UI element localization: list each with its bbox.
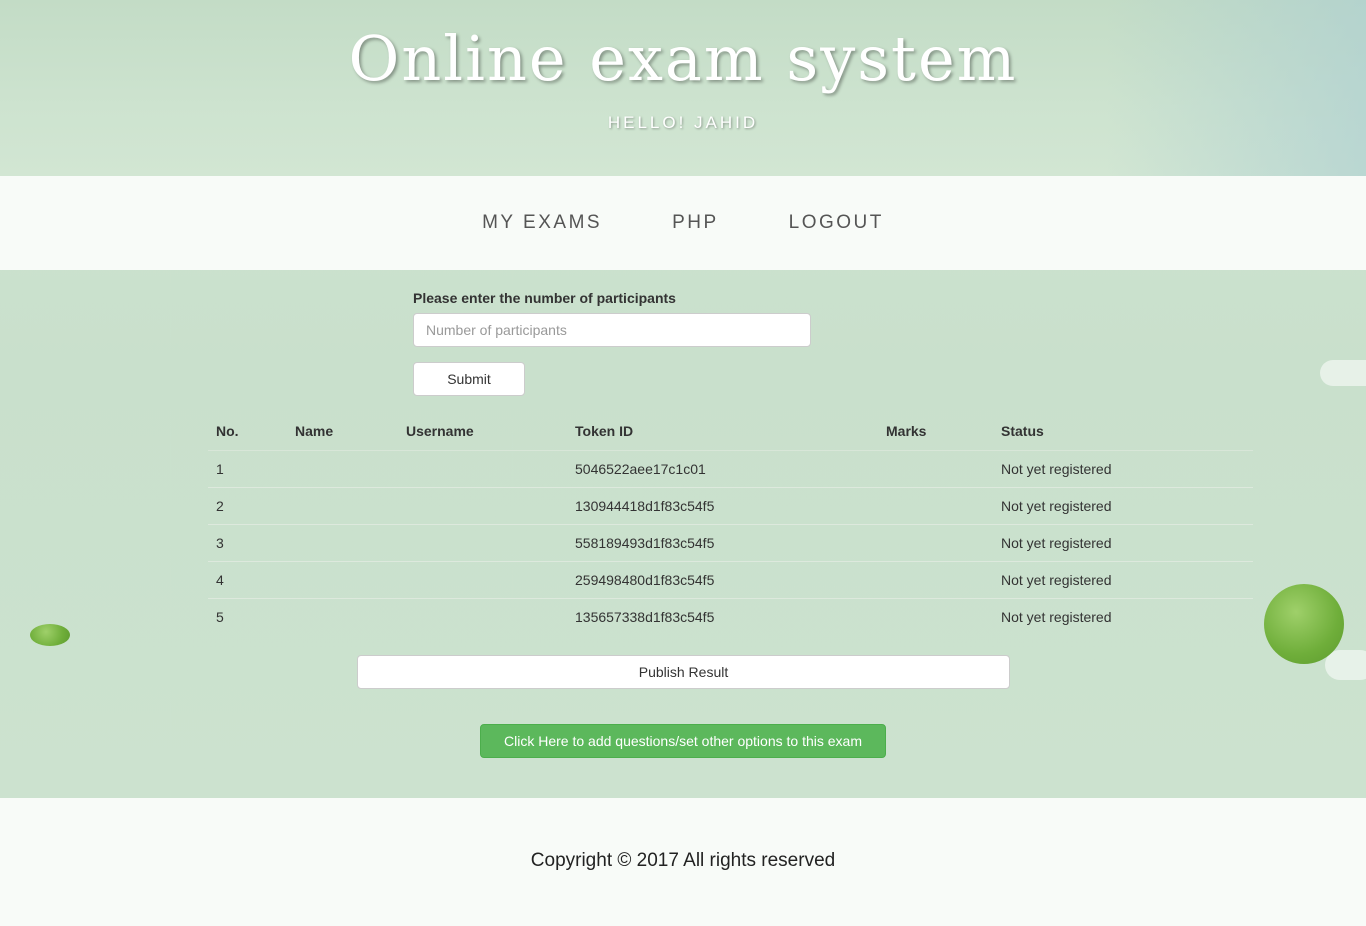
cell-no: 4: [208, 561, 287, 599]
cell-username: [398, 487, 567, 525]
greeting-text: HELLO! JAHID: [607, 113, 759, 132]
cell-status: Not yet registered: [993, 598, 1253, 635]
site-title: Online exam system: [348, 22, 1018, 95]
cell-username: [398, 524, 567, 562]
background-cloud: [1325, 650, 1366, 680]
table-header-row: No. Name Username Token ID Marks Status: [208, 412, 1253, 451]
site-footer: Copyright © 2017 All rights reserved: [0, 798, 1366, 926]
cell-name: [287, 487, 398, 525]
participants-table: No. Name Username Token ID Marks Status …: [208, 412, 1253, 635]
cell-no: 1: [208, 450, 287, 488]
cell-username: [398, 450, 567, 488]
cell-marks: [878, 598, 993, 635]
submit-button[interactable]: Submit: [413, 362, 525, 396]
cell-token-id: 5046522aee17c1c01: [567, 450, 878, 488]
table-row: 2 130944418d1f83c54f5 Not yet registered: [208, 487, 1253, 525]
cell-token-id: 135657338d1f83c54f5: [567, 598, 878, 635]
cell-no: 5: [208, 598, 287, 635]
publish-result-button[interactable]: Publish Result: [357, 655, 1010, 689]
table-row: 3 558189493d1f83c54f5 Not yet registered: [208, 524, 1253, 562]
table-row: 1 5046522aee17c1c01 Not yet registered: [208, 450, 1253, 488]
cell-status: Not yet registered: [993, 524, 1253, 562]
background-bush: [30, 624, 70, 646]
cell-name: [287, 450, 398, 488]
table-row: 5 135657338d1f83c54f5 Not yet registered: [208, 598, 1253, 635]
participants-input[interactable]: [413, 313, 811, 347]
cell-token-id: 259498480d1f83c54f5: [567, 561, 878, 599]
cell-name: [287, 524, 398, 562]
cell-marks: [878, 487, 993, 525]
column-header-marks: Marks: [878, 412, 993, 451]
cell-status: Not yet registered: [993, 487, 1253, 525]
copyright-text: Copyright © 2017 All rights reserved: [530, 850, 836, 871]
cell-marks: [878, 524, 993, 562]
cell-status: Not yet registered: [993, 561, 1253, 599]
column-header-name: Name: [287, 412, 398, 451]
cell-name: [287, 598, 398, 635]
site-header: Online exam system HELLO! JAHID: [0, 0, 1366, 176]
cell-marks: [878, 450, 993, 488]
background-cloud: [1320, 360, 1366, 386]
nav-link-php[interactable]: PHP: [672, 212, 719, 234]
column-header-token-id: Token ID: [567, 412, 878, 451]
column-header-status: Status: [993, 412, 1253, 451]
background-tree: [1264, 584, 1344, 664]
nav-link-logout[interactable]: LOGOUT: [789, 212, 884, 234]
column-header-username: Username: [398, 412, 567, 451]
cell-username: [398, 598, 567, 635]
participants-label: Please enter the number of participants: [413, 290, 676, 306]
cell-no: 2: [208, 487, 287, 525]
cell-no: 3: [208, 524, 287, 562]
cell-token-id: 130944418d1f83c54f5: [567, 487, 878, 525]
cell-name: [287, 561, 398, 599]
table-row: 4 259498480d1f83c54f5 Not yet registered: [208, 561, 1253, 599]
cell-username: [398, 561, 567, 599]
participants-form: Please enter the number of participants …: [413, 290, 813, 396]
exam-options-button[interactable]: Click Here to add questions/set other op…: [480, 724, 886, 758]
cell-token-id: 558189493d1f83c54f5: [567, 524, 878, 562]
nav-link-my-exams[interactable]: MY EXAMS: [482, 212, 602, 234]
column-header-no: No.: [208, 412, 287, 451]
cell-status: Not yet registered: [993, 450, 1253, 488]
main-nav: MY EXAMS PHP LOGOUT: [0, 176, 1366, 270]
cell-marks: [878, 561, 993, 599]
